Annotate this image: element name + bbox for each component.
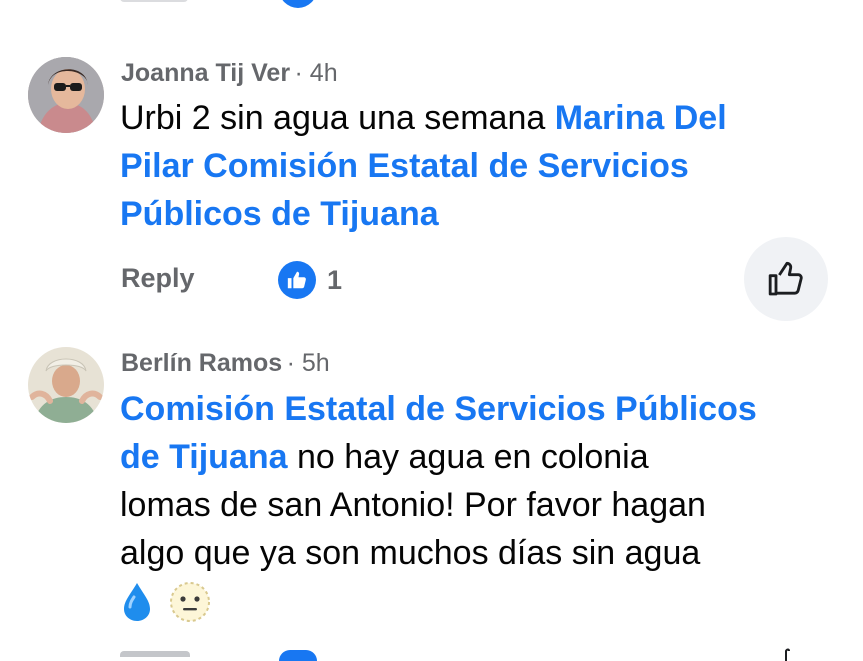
comment-header: Joanna Tij Ver · 4h	[121, 59, 338, 88]
next-comment-like-icon[interactable]	[774, 648, 798, 661]
comment-timestamp[interactable]: · 4h	[295, 59, 338, 87]
avatar-photo-icon	[28, 57, 104, 133]
previous-comment-like-icon[interactable]	[764, 0, 804, 8]
mention-link[interactable]: Comisión Estatal de Servicios Públicos	[120, 385, 820, 433]
comment-header: Berlín Ramos · 5h	[121, 349, 330, 378]
mention-link[interactable]: de Tijuana	[120, 438, 288, 476]
comment-text: Urbi 2 sin agua una semana	[120, 99, 555, 137]
comment-body: Comisión Estatal de Servicios Públicos d…	[120, 385, 820, 627]
droplet-emoji-icon	[124, 583, 150, 621]
comment-avatar[interactable]	[28, 57, 104, 133]
mention-link[interactable]: Públicos de Tijuana	[120, 190, 820, 238]
comment-body-line: Urbi 2 sin agua una semana Marina Del	[120, 94, 820, 142]
next-comment-like-badge	[279, 650, 317, 661]
comment-text: lomas de san Antonio! Por favor hagan	[120, 486, 706, 524]
comment-emoji-row	[120, 577, 820, 627]
comment-timestamp[interactable]: · 5h	[287, 349, 330, 377]
comment-author-name[interactable]: Berlín Ramos	[121, 349, 282, 377]
like-button[interactable]	[744, 237, 828, 321]
previous-comment-reply-fragment[interactable]	[120, 0, 188, 4]
previous-comment-like-badge	[279, 0, 317, 8]
comment-body-line: de Tijuana no hay agua en colonia	[120, 433, 820, 481]
thumbs-up-outline-icon	[768, 261, 803, 296]
thumbs-up-icon	[287, 271, 306, 289]
mention-link[interactable]: Marina Del	[555, 99, 727, 137]
like-count: 1	[327, 265, 343, 295]
next-comment-reply-fragment[interactable]	[120, 651, 190, 661]
comment-body: Urbi 2 sin agua una semana Marina Del Pi…	[120, 94, 820, 238]
comment-text: algo que ya son muchos días sin agua	[120, 534, 701, 572]
avatar-photo-icon	[28, 347, 104, 423]
like-reaction-badge[interactable]	[278, 261, 316, 299]
mention-link[interactable]: Pilar Comisión Estatal de Servicios	[120, 142, 820, 190]
comment-avatar[interactable]	[28, 347, 104, 423]
comment-text: no hay agua en colonia	[287, 438, 649, 476]
comment-author-name[interactable]: Joanna Tij Ver	[121, 59, 290, 87]
neutral-face-emoji-icon	[170, 582, 210, 622]
reply-button[interactable]: Reply	[121, 263, 195, 294]
